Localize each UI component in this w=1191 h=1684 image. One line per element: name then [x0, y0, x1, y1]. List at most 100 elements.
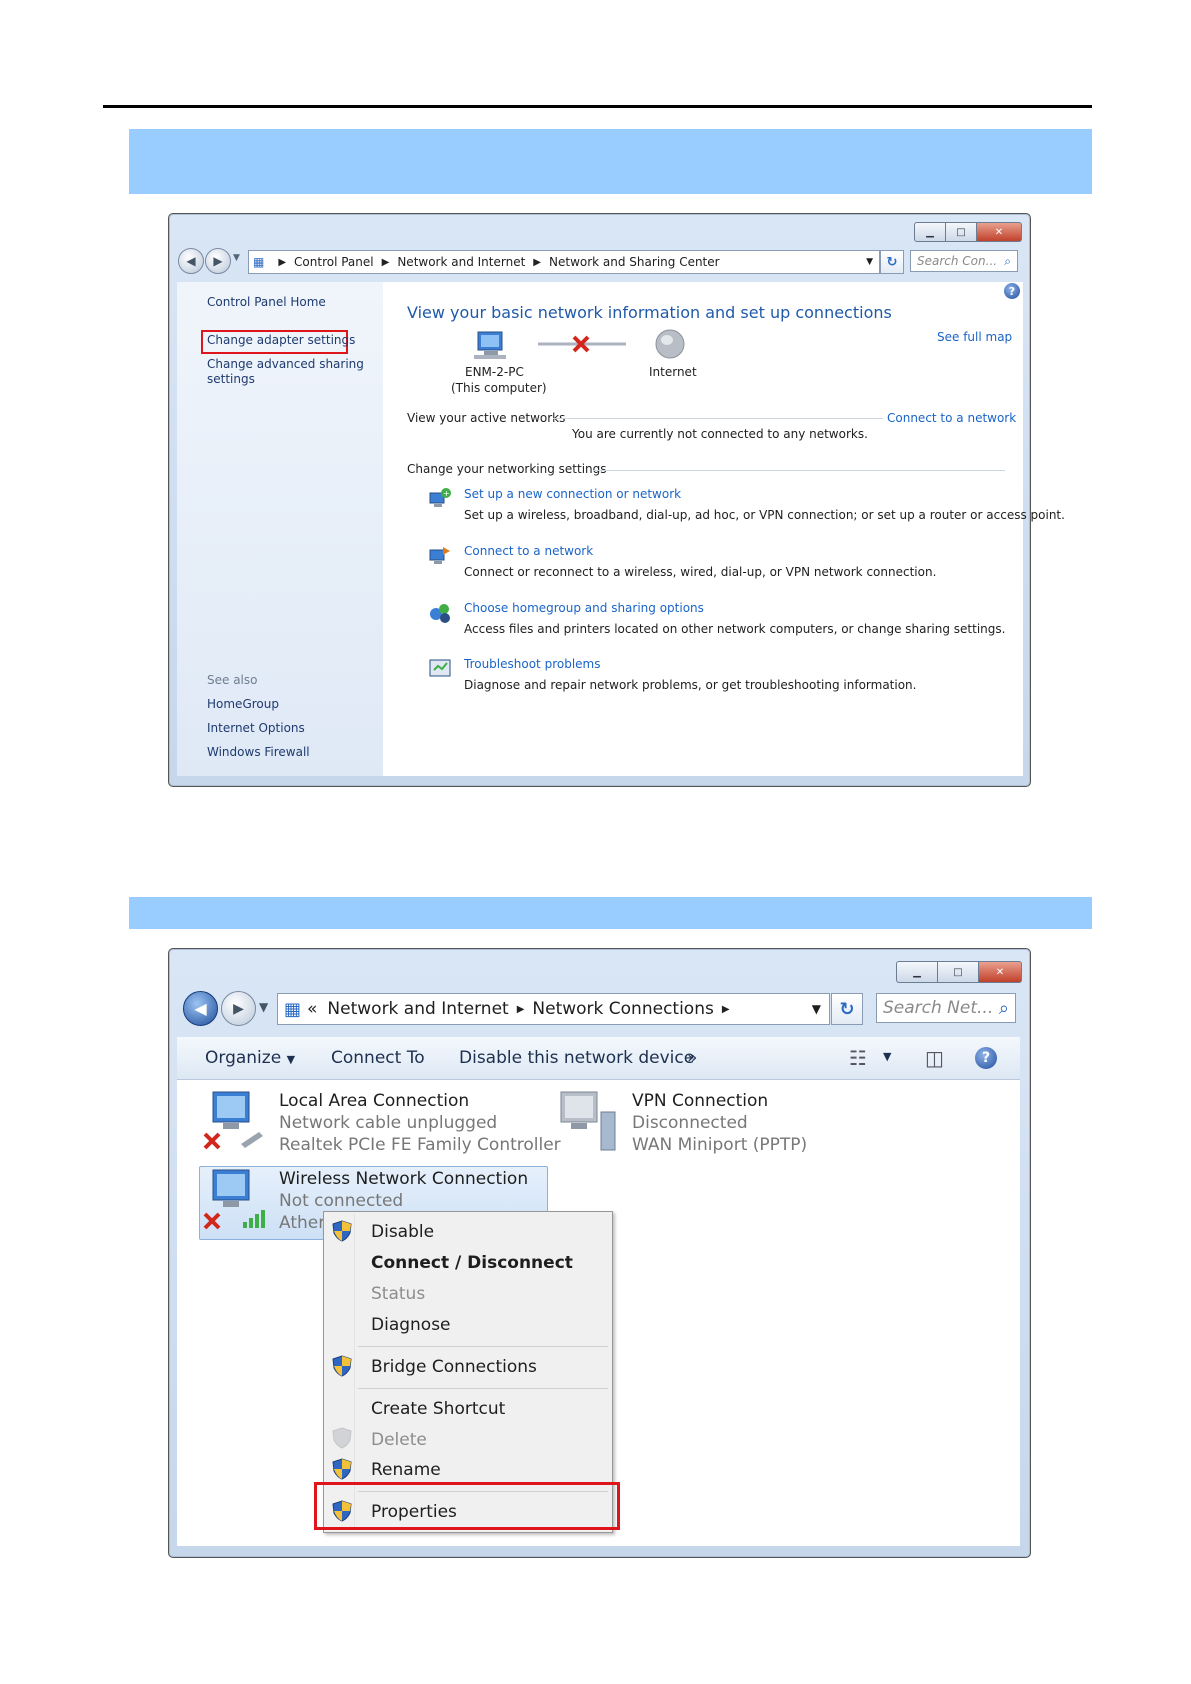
- breadcrumb-network-internet[interactable]: Network and Internet: [397, 255, 525, 269]
- connection-name[interactable]: Local Area Connection: [279, 1091, 469, 1111]
- caption-buttons: ▁ □ ✕: [896, 961, 1022, 983]
- caption-buttons: ▁ □ ✕: [914, 222, 1022, 242]
- divider: [553, 418, 883, 419]
- help-icon[interactable]: ?: [975, 1047, 997, 1069]
- preview-pane-icon[interactable]: ◫: [925, 1046, 944, 1070]
- task-desc-setup-connection: Set up a wireless, broadband, dial-up, a…: [464, 508, 1065, 522]
- wireless-connection-icon[interactable]: [203, 1168, 267, 1232]
- close-button[interactable]: ✕: [977, 222, 1022, 242]
- more-commands-button[interactable]: »: [687, 1048, 697, 1068]
- breadcrumb-separator-icon: ▶: [533, 256, 541, 268]
- divider: [593, 470, 1005, 471]
- breadcrumb-separator-icon: ▶: [721, 1003, 730, 1015]
- connection-name[interactable]: VPN Connection: [632, 1091, 768, 1111]
- address-bar[interactable]: ▦ ▶ Control Panel ▶ Network and Internet…: [248, 250, 880, 274]
- address-bar[interactable]: ▦ « Network and Internet ▶ Network Conne…: [277, 993, 830, 1025]
- address-dropdown-icon[interactable]: ▼: [866, 257, 873, 267]
- view-dropdown-icon[interactable]: ▼: [883, 1050, 891, 1063]
- recent-pages-dropdown[interactable]: ▼: [259, 1000, 268, 1014]
- search-placeholder: Search Net...: [883, 998, 994, 1018]
- windows-firewall-link[interactable]: Windows Firewall: [207, 745, 310, 759]
- menu-disable[interactable]: Disable: [371, 1222, 434, 1242]
- internet-label: Internet: [649, 365, 697, 379]
- breadcrumb-control-panel[interactable]: Control Panel: [294, 255, 374, 269]
- menu-diagnose[interactable]: Diagnose: [371, 1315, 451, 1335]
- breadcrumb-overflow[interactable]: «: [307, 999, 317, 1019]
- uac-shield-icon: [332, 1458, 352, 1480]
- change-advanced-sharing-link-line2[interactable]: settings: [207, 372, 255, 386]
- troubleshoot-icon: [428, 657, 452, 681]
- connection-name[interactable]: Wireless Network Connection: [279, 1169, 528, 1189]
- task-desc-connect-network: Connect or reconnect to a wireless, wire…: [464, 565, 937, 579]
- search-placeholder: Search Con...: [917, 254, 998, 268]
- menu-rename[interactable]: Rename: [371, 1460, 441, 1480]
- minimize-button[interactable]: ▁: [914, 222, 946, 242]
- recent-pages-dropdown[interactable]: ▼: [233, 253, 240, 263]
- task-title-setup-connection[interactable]: Set up a new connection or network: [464, 487, 681, 501]
- change-settings-label: Change your networking settings: [407, 462, 607, 476]
- connection-device: Realtek PCIe FE Family Controller: [279, 1135, 561, 1155]
- vpn-connection-icon[interactable]: [557, 1090, 621, 1154]
- disable-device-button[interactable]: Disable this network device: [459, 1048, 694, 1068]
- menu-separator: [358, 1346, 608, 1347]
- change-adapter-settings-link[interactable]: Change adapter settings: [207, 333, 355, 347]
- view-options-icon[interactable]: ☷: [849, 1046, 867, 1070]
- internet-options-link[interactable]: Internet Options: [207, 721, 305, 735]
- task-title-connect-network[interactable]: Connect to a network: [464, 544, 593, 558]
- see-full-map-link[interactable]: See full map: [937, 330, 1012, 344]
- task-title-homegroup[interactable]: Choose homegroup and sharing options: [464, 601, 704, 615]
- breadcrumb-sharing-center[interactable]: Network and Sharing Center: [549, 255, 720, 269]
- menu-separator: [358, 1388, 608, 1389]
- change-advanced-sharing-link[interactable]: Change advanced sharing: [207, 357, 364, 371]
- refresh-button[interactable]: ↻: [880, 250, 904, 274]
- address-dropdown-icon[interactable]: ▼: [812, 1002, 821, 1016]
- command-bar: Organize ▼ Connect To Disable this netwo…: [177, 1037, 1020, 1080]
- not-connected-text: You are currently not connected to any n…: [572, 427, 868, 441]
- homegroup-link[interactable]: HomeGroup: [207, 697, 279, 711]
- computer-icon: [474, 331, 506, 359]
- computer-sub-label: (This computer): [451, 381, 547, 395]
- maximize-button[interactable]: □: [946, 222, 977, 242]
- help-icon[interactable]: ?: [1004, 283, 1020, 299]
- new-connection-icon: +: [428, 487, 452, 511]
- search-icon[interactable]: ⌕: [999, 998, 1009, 1019]
- breadcrumb-network-connections[interactable]: Network Connections: [532, 999, 713, 1019]
- control-panel-icon: ▦: [253, 255, 265, 269]
- maximize-button[interactable]: □: [938, 961, 979, 983]
- breadcrumb-separator-icon: ▶: [516, 1003, 525, 1015]
- search-field[interactable]: Search Net... ⌕: [876, 993, 1016, 1023]
- connection-status: Network cable unplugged: [279, 1113, 498, 1133]
- uac-shield-icon: [332, 1427, 352, 1449]
- active-networks-label: View your active networks: [407, 411, 566, 425]
- organize-label: Organize: [205, 1048, 282, 1068]
- search-icon[interactable]: ⌕: [1004, 254, 1011, 269]
- connect-to-network-link[interactable]: Connect to a network: [887, 411, 1016, 425]
- menu-create-shortcut[interactable]: Create Shortcut: [371, 1399, 505, 1419]
- menu-connect-disconnect[interactable]: Connect / Disconnect: [371, 1253, 573, 1273]
- forward-button[interactable]: ▶: [221, 991, 256, 1026]
- local-area-connection-icon[interactable]: [203, 1090, 267, 1154]
- search-field[interactable]: Search Con... ⌕: [910, 250, 1018, 272]
- section-band-1: [129, 129, 1092, 194]
- forward-button[interactable]: ▶: [205, 248, 231, 274]
- organize-button[interactable]: Organize ▼: [205, 1048, 295, 1068]
- minimize-button[interactable]: ▁: [896, 961, 938, 983]
- back-button[interactable]: ◀: [183, 991, 218, 1026]
- connect-network-icon: [428, 544, 452, 568]
- homegroup-icon: [428, 600, 452, 624]
- back-button[interactable]: ◀: [178, 248, 204, 274]
- close-button[interactable]: ✕: [979, 961, 1022, 983]
- menu-delete: Delete: [371, 1430, 427, 1450]
- menu-bridge-connections[interactable]: Bridge Connections: [371, 1357, 537, 1377]
- svg-text:+: +: [443, 489, 450, 498]
- chevron-down-icon: ▼: [286, 1053, 296, 1066]
- control-panel-home-link[interactable]: Control Panel Home: [207, 295, 326, 309]
- task-desc-homegroup: Access files and printers located on oth…: [464, 622, 1006, 636]
- connect-to-button[interactable]: Connect To: [331, 1048, 425, 1068]
- breadcrumb-network-internet[interactable]: Network and Internet: [327, 999, 508, 1019]
- refresh-button[interactable]: ↻: [831, 993, 863, 1025]
- connection-status: Disconnected: [632, 1113, 748, 1133]
- uac-shield-icon: [332, 1355, 352, 1377]
- task-title-troubleshoot[interactable]: Troubleshoot problems: [464, 657, 600, 671]
- network-map: [474, 329, 685, 359]
